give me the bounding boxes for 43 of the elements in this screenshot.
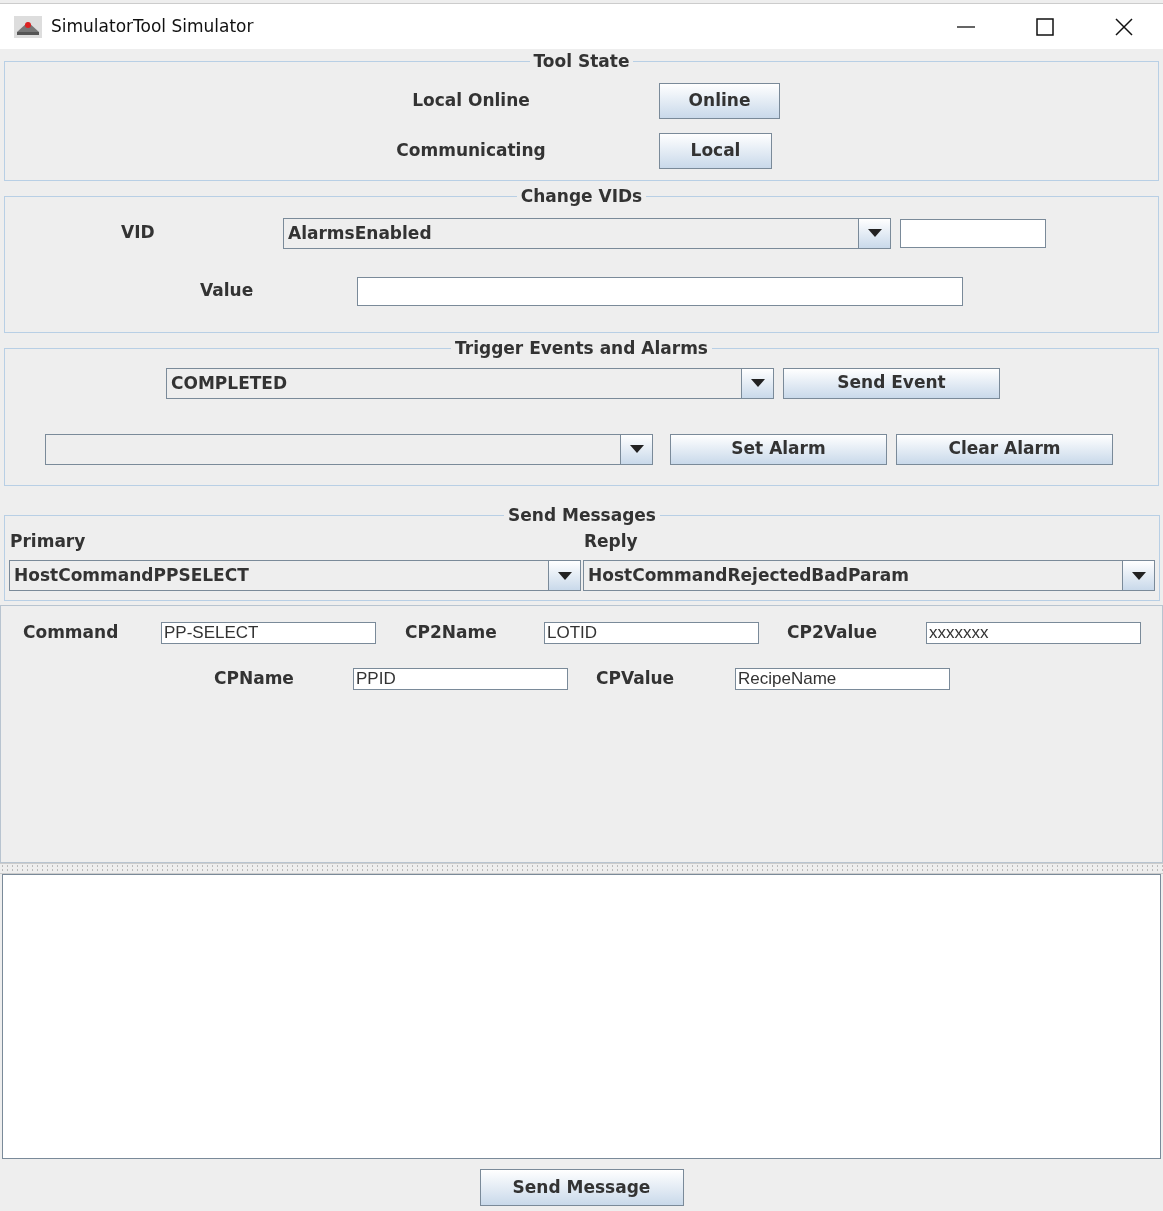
parameter-label: Command	[23, 621, 120, 645]
primary-dropdown[interactable]: HostCommandPPSELECT	[9, 560, 581, 591]
parameter-field[interactable]: LOTID	[544, 622, 759, 644]
alarm-dropdown[interactable]	[45, 433, 653, 465]
set-alarm-button[interactable]: Set Alarm	[670, 433, 887, 465]
parameter-field[interactable]: PP-SELECT	[161, 622, 376, 644]
window-title: SimulatorTool Simulator	[51, 14, 254, 38]
parameter-field[interactable]: xxxxxxx	[926, 622, 1141, 644]
send-event-button[interactable]: Send Event	[783, 367, 1000, 399]
event-dropdown[interactable]: COMPLETED	[166, 367, 774, 399]
dropdown-arrow-icon	[867, 229, 882, 237]
primary-label: Primary	[10, 529, 87, 553]
clear-alarm-button[interactable]: Clear Alarm	[896, 433, 1113, 465]
vid-id-field[interactable]	[900, 218, 1046, 248]
group-title: Tool State	[532, 50, 631, 73]
parameter-field[interactable]: RecipeName	[735, 668, 950, 690]
dropdown-arrow-icon	[629, 445, 644, 453]
reply-label: Reply	[584, 529, 639, 553]
dropdown-arrow-icon	[557, 571, 572, 580]
vid-label: VID	[121, 221, 156, 245]
parameter-label: CPValue	[596, 667, 676, 691]
parameter-label: CP2Name	[405, 621, 498, 645]
close-icon[interactable]	[1115, 17, 1133, 36]
state-button[interactable]: Local	[659, 132, 772, 169]
group-title: Change VIDs	[519, 185, 644, 208]
reply-dropdown[interactable]: HostCommandRejectedBadParam	[583, 560, 1155, 591]
state-button[interactable]: Online	[659, 82, 780, 119]
parameter-label: CPName	[214, 667, 295, 691]
app-icon	[14, 15, 42, 38]
state-label: Communicating	[395, 138, 547, 162]
group-title: Trigger Events and Alarms	[454, 337, 709, 360]
state-label: Local Online	[411, 88, 531, 112]
splitter-handle[interactable]	[0, 863, 1163, 874]
dropdown-arrow-icon	[750, 379, 765, 387]
vid-dropdown[interactable]: AlarmsEnabled	[283, 217, 891, 249]
dropdown-arrow-icon	[1131, 571, 1146, 580]
maximize-icon[interactable]	[1036, 17, 1054, 36]
parameter-label: CP2Value	[787, 621, 878, 645]
value-field[interactable]	[357, 276, 963, 306]
value-label: Value	[200, 279, 255, 303]
send-message-button[interactable]: Send Message	[479, 1169, 684, 1206]
parameter-field[interactable]: PPID	[353, 668, 568, 690]
group-title: Send Messages	[507, 504, 657, 527]
